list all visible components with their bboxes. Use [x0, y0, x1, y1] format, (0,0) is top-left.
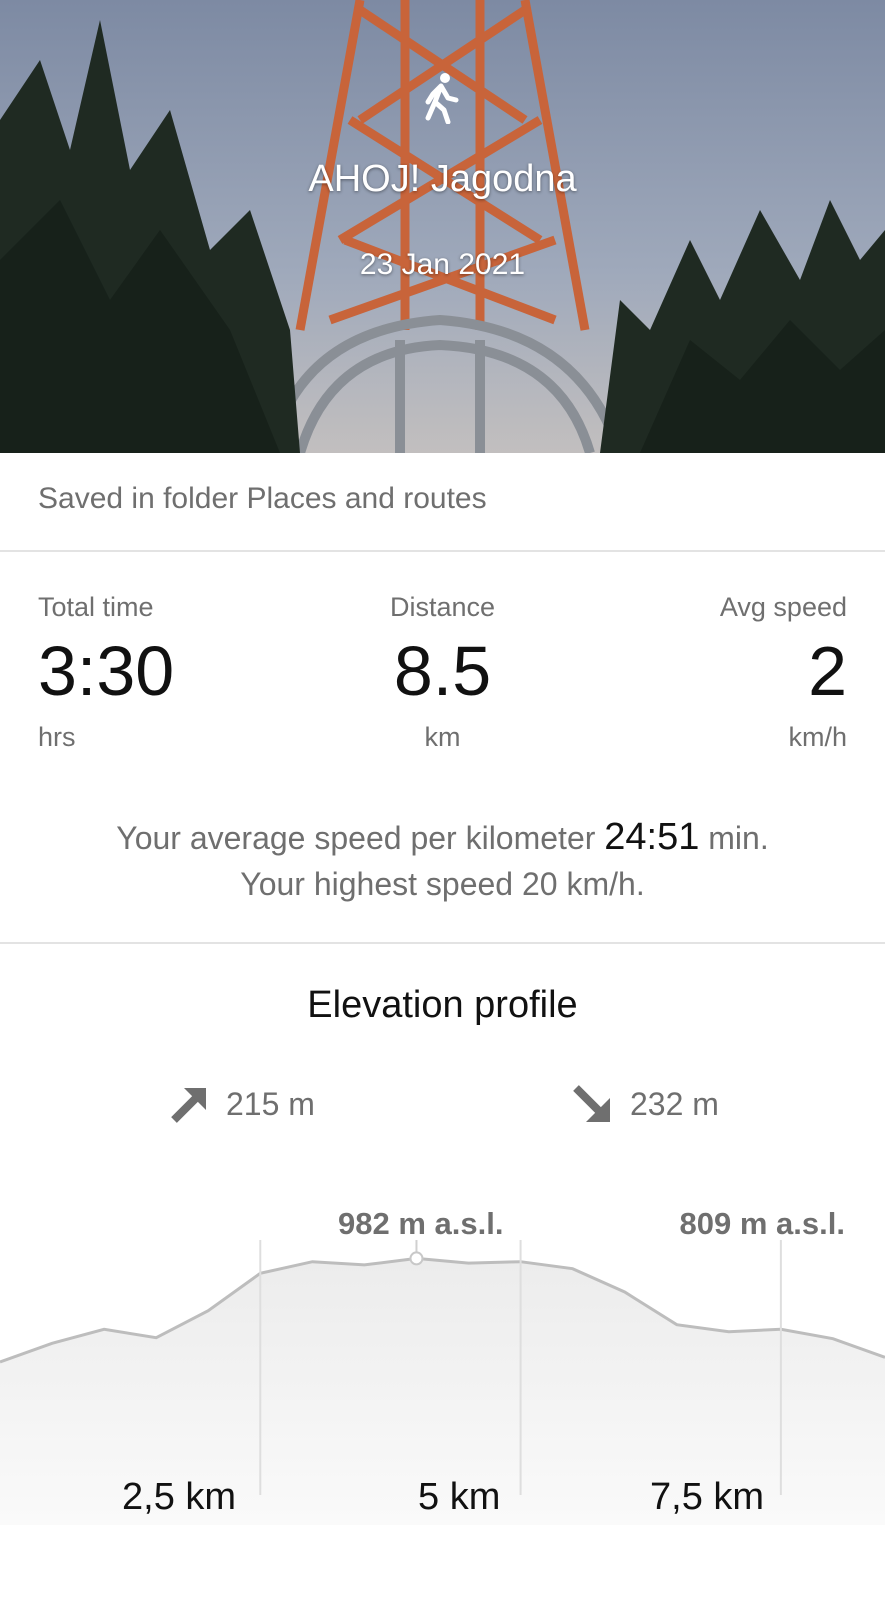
- km-marker-5: 5 km: [418, 1476, 501, 1518]
- hero-header: AHOJ! Jagodna 23 Jan 2021: [0, 0, 885, 453]
- arrow-down-right-icon: [573, 1085, 610, 1122]
- arrow-up-right-icon: [171, 1088, 206, 1123]
- descent-value: 232 m: [630, 1085, 719, 1122]
- km-marker-2-5: 2,5 km: [122, 1476, 237, 1518]
- avg-speed-value: 2: [808, 632, 847, 710]
- divider: [0, 942, 885, 944]
- average-speed-value: 24:51: [604, 816, 700, 858]
- distance-unit: km: [424, 722, 461, 752]
- distance-value: 8.5: [393, 632, 492, 710]
- ascent-value: 215 m: [226, 1085, 315, 1122]
- avg-speed-label: Avg speed: [719, 592, 847, 622]
- activity-date: 23 Jan 2021: [359, 248, 526, 281]
- divider: [0, 550, 885, 552]
- folder-info[interactable]: Saved in folder Places and routes: [38, 482, 487, 516]
- average-speed-prefix: Your average speed per kilometer: [116, 820, 596, 856]
- end-elevation-label: 809 m a.s.l.: [679, 1206, 845, 1241]
- km-marker-7-5: 7,5 km: [650, 1476, 765, 1518]
- average-speed-suffix: min.: [708, 820, 769, 856]
- hero-background-image: [0, 0, 885, 453]
- highest-speed-text: Your highest speed 20 km/h.: [240, 866, 645, 902]
- max-elevation-point: [409, 1251, 424, 1266]
- max-elevation-label: 982 m a.s.l.: [338, 1206, 504, 1241]
- descent-stat: 232 m: [572, 1084, 719, 1124]
- ascent-stat: 215 m: [168, 1084, 315, 1124]
- walking-person-icon: [422, 72, 462, 124]
- elevation-profile-title: Elevation profile: [307, 984, 578, 1026]
- avg-speed-unit: km/h: [788, 722, 847, 752]
- activity-title: AHOJ! Jagodna: [308, 158, 577, 200]
- average-speed-text: Your average speed per kilometer 24:51 m…: [0, 816, 885, 859]
